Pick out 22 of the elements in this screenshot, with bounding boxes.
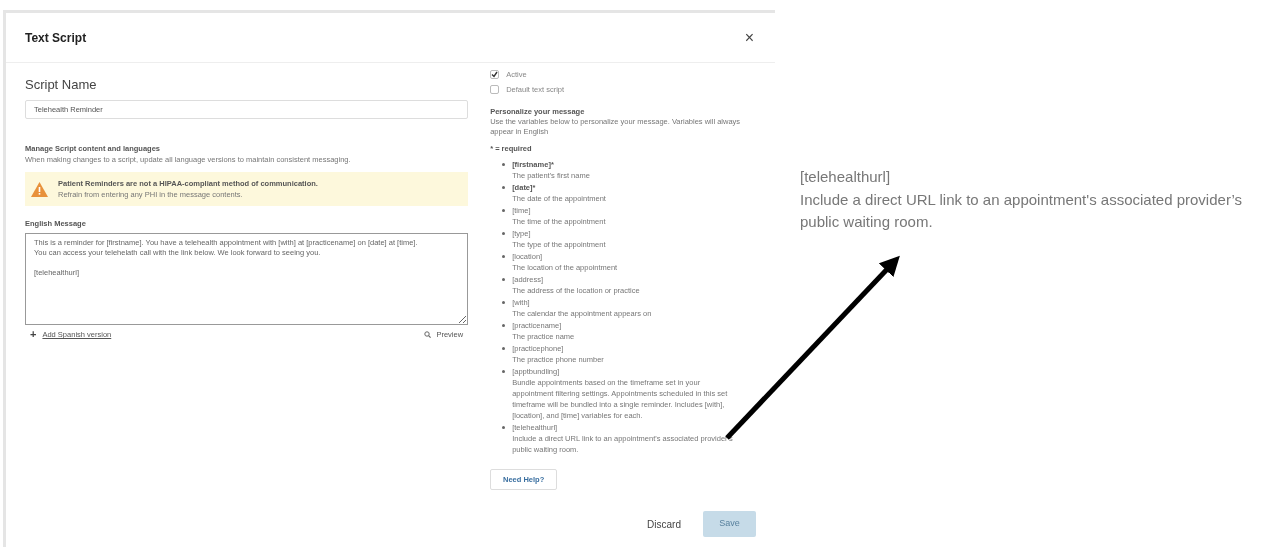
dialog-title: Text Script bbox=[25, 29, 87, 47]
plus-icon: + bbox=[30, 329, 37, 341]
bullet-icon bbox=[502, 324, 506, 327]
bullet-icon bbox=[502, 301, 506, 304]
bullet-icon bbox=[502, 186, 506, 189]
bullet-icon bbox=[502, 232, 506, 235]
variable-description: Include a direct URL link to an appointment's associated provider’s public waiting room. bbox=[800, 189, 1243, 232]
variable-name: [telehealthurl] bbox=[800, 167, 892, 187]
bullet-icon bbox=[502, 278, 506, 281]
bullet-icon bbox=[502, 163, 506, 166]
discard-button[interactable]: Discard bbox=[647, 516, 681, 532]
close-button[interactable]: × bbox=[744, 29, 754, 46]
checkbox[interactable] bbox=[490, 70, 500, 80]
bullet-icon bbox=[502, 426, 506, 429]
bullet-icon bbox=[502, 347, 506, 350]
checkbox[interactable] bbox=[490, 85, 500, 95]
search-icon bbox=[424, 331, 432, 339]
bullet-icon bbox=[502, 370, 506, 373]
bullet-icon bbox=[502, 209, 506, 212]
field-label: Script Name bbox=[25, 76, 98, 94]
warning-icon bbox=[31, 181, 48, 197]
bullet-icon bbox=[502, 255, 506, 258]
